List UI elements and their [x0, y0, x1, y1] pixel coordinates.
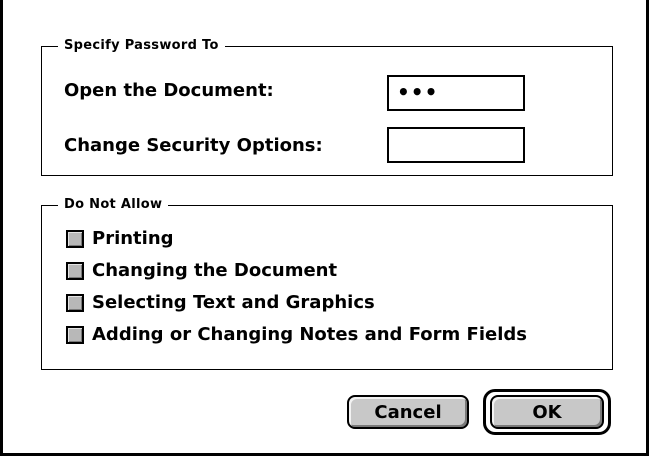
open-document-password-field[interactable]: ••• [387, 75, 525, 111]
changing-document-checkbox[interactable] [66, 262, 84, 280]
selecting-text-graphics-label: Selecting Text and Graphics [92, 292, 375, 313]
selecting-text-graphics-checkbox[interactable] [66, 294, 84, 312]
changing-document-option[interactable]: Changing the Document [66, 258, 337, 284]
changing-document-label: Changing the Document [92, 260, 338, 281]
printing-option[interactable]: Printing [66, 226, 174, 252]
selecting-text-graphics-option[interactable]: Selecting Text and Graphics [66, 290, 375, 316]
notes-form-fields-label: Adding or Changing Notes and Form Fields [92, 324, 527, 345]
printing-label: Printing [92, 228, 174, 249]
do-not-allow-group-title: Do Not Allow [58, 196, 169, 214]
security-dialog: Specify Password To Open the Document: •… [0, 0, 649, 456]
change-security-options-password-field[interactable] [387, 127, 525, 163]
specify-password-group: Specify Password To Open the Document: •… [41, 37, 613, 176]
ok-button[interactable]: OK [490, 395, 604, 429]
open-document-label: Open the Document: [64, 80, 274, 101]
do-not-allow-group: Do Not Allow Printing Changing the Docum… [41, 196, 613, 370]
cancel-button[interactable]: Cancel [347, 395, 469, 429]
notes-form-fields-option[interactable]: Adding or Changing Notes and Form Fields [66, 322, 527, 348]
specify-password-group-title: Specify Password To [58, 37, 225, 55]
change-security-options-label: Change Security Options: [64, 135, 323, 156]
printing-checkbox[interactable] [66, 230, 84, 248]
notes-form-fields-checkbox[interactable] [66, 326, 84, 344]
